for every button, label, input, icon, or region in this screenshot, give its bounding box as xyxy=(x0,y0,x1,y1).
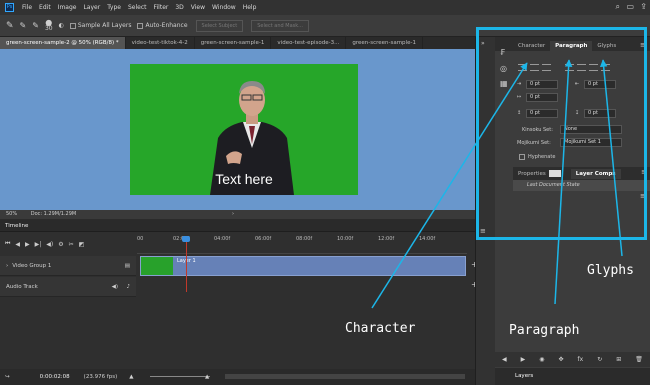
annotation-character: Character xyxy=(345,321,416,336)
character-arrow xyxy=(371,62,528,309)
annotation-paragraph: Paragraph xyxy=(509,323,580,338)
glyphs-arrow xyxy=(599,59,623,257)
paragraph-arrow xyxy=(554,59,573,305)
annotation-glyphs: Glyphs xyxy=(587,263,634,278)
